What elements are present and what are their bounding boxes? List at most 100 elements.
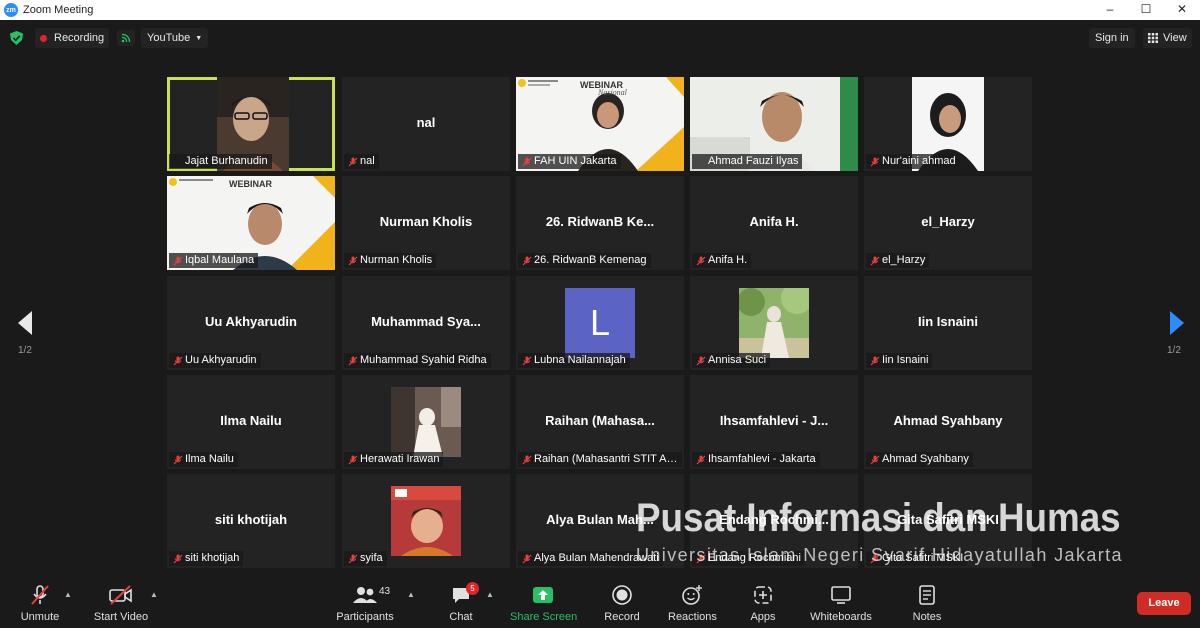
muted-mic-icon	[522, 554, 532, 564]
participant-display-name: Nurman Kholis	[379, 214, 473, 229]
apps-button[interactable]: Apps	[748, 583, 778, 623]
notes-label: Notes	[912, 611, 942, 623]
leave-meeting-button[interactable]: Leave	[1137, 592, 1191, 615]
participant-display-name: siti khotijah	[214, 512, 288, 527]
reactions-button[interactable]: Reactions	[668, 583, 717, 623]
audio-options-chevron-icon[interactable]: ▲	[64, 590, 72, 599]
participant-tile[interactable]: Annisa Suci	[690, 276, 858, 370]
start-video-button[interactable]: Start Video	[92, 583, 150, 623]
broadcast-watermark: Pusat Informasi dan Humas Universitas Is…	[636, 494, 1156, 566]
participant-avatar: L	[565, 288, 635, 358]
participant-name-label: Herawati Irawan	[344, 452, 444, 467]
participant-tile[interactable]: L Lubna Nailannajah	[516, 276, 684, 370]
reactions-label: Reactions	[668, 611, 717, 623]
notes-button[interactable]: Notes	[910, 583, 944, 623]
participant-tile[interactable]: Uu Akhyarudin Uu Akhyarudin	[167, 276, 335, 370]
muted-mic-icon	[870, 356, 880, 366]
participant-tile-active-speaker[interactable]: Jajat Burhanudin	[167, 77, 335, 171]
sign-in-button[interactable]: Sign in	[1089, 28, 1135, 48]
participant-name-label: Ilma Nailu	[169, 452, 238, 467]
participant-tile[interactable]: Ahmad Fauzi Ilyas	[690, 77, 858, 171]
participants-icon	[353, 587, 377, 603]
participant-tile[interactable]: WEBINAR Iqbal Maulana	[167, 176, 335, 270]
security-shield-icon[interactable]	[10, 31, 23, 45]
unmute-button[interactable]: Unmute	[18, 583, 62, 623]
muted-mic-icon	[348, 554, 358, 564]
next-page-arrow-icon[interactable]	[1168, 310, 1186, 336]
live-stream-icon[interactable]	[117, 30, 135, 46]
participant-tile[interactable]: Herawati Irawan	[342, 375, 510, 469]
video-options-chevron-icon[interactable]: ▲	[150, 590, 158, 599]
maximize-button[interactable]: ☐	[1128, 0, 1164, 20]
smiley-icon	[682, 585, 702, 605]
participant-name-label: Jajat Burhanudin	[169, 154, 272, 169]
window-titlebar: zm Zoom Meeting – ☐ ✕	[0, 0, 1200, 20]
participant-tile[interactable]: nal nal	[342, 77, 510, 171]
participant-tile[interactable]: 26. RidwanB Ke... 26. RidwanB Kemenag	[516, 176, 684, 270]
muted-mic-icon	[348, 157, 358, 167]
record-icon	[612, 585, 632, 605]
record-button[interactable]: Record	[602, 583, 642, 623]
chat-options-chevron-icon[interactable]: ▲	[486, 590, 494, 599]
participant-tile[interactable]: Anifa H. Anifa H.	[690, 176, 858, 270]
muted-mic-icon	[173, 554, 183, 564]
muted-mic-icon	[522, 455, 532, 465]
recording-dot-icon	[40, 34, 47, 42]
participant-name-label: el_Harzy	[866, 253, 930, 268]
participant-name-label: Muhammad Syahid Ridha	[344, 353, 491, 368]
recording-indicator[interactable]: Recording	[35, 28, 110, 48]
view-button[interactable]: View	[1143, 28, 1192, 48]
participant-name-label: siti khotijah	[169, 551, 244, 566]
previous-page-arrow-icon[interactable]	[16, 310, 34, 336]
muted-mic-icon	[173, 256, 183, 266]
participant-tile[interactable]: Nur'aini ahmad	[864, 77, 1032, 171]
participant-display-name: Iin Isnaini	[918, 314, 978, 329]
muted-mic-icon	[870, 256, 880, 266]
participant-tile[interactable]: el_Harzy el_Harzy	[864, 176, 1032, 270]
share-screen-button[interactable]: Share Screen	[510, 583, 577, 623]
participant-tile[interactable]: Raihan (Mahasa... Raihan (Mahasantri STI…	[516, 375, 684, 469]
youtube-stream-dropdown[interactable]: YouTube ▼	[141, 28, 209, 48]
participant-tile[interactable]: Iin Isnaini Iin Isnaini	[864, 276, 1032, 370]
participant-name-label: 26. RidwanB Kemenag	[518, 253, 651, 268]
participant-tile[interactable]: syifa	[342, 474, 510, 568]
muted-mic-icon	[522, 356, 532, 366]
whiteboards-button[interactable]: Whiteboards	[808, 583, 874, 623]
participant-display-name: Ahmad Syahbany	[893, 413, 1003, 428]
close-window-button[interactable]: ✕	[1164, 0, 1200, 20]
webinar-text: WEBINAR	[229, 179, 272, 189]
participant-tile[interactable]: Muhammad Sya... Muhammad Syahid Ridha	[342, 276, 510, 370]
chevron-down-icon: ▼	[195, 34, 203, 42]
participant-tile[interactable]: Ilma Nailu Ilma Nailu	[167, 375, 335, 469]
participant-display-name: 26. RidwanB Ke...	[545, 214, 655, 229]
muted-mic-icon	[522, 157, 532, 167]
participant-tile[interactable]: Ahmad Syahbany Ahmad Syahbany	[864, 375, 1032, 469]
participant-avatar-photo	[391, 387, 461, 457]
participant-tile[interactable]: Ihsamfahlevi - J... Ihsamfahlevi - Jakar…	[690, 375, 858, 469]
page-indicator-left: 1/2	[18, 345, 32, 356]
apps-icon	[754, 586, 772, 604]
watermark-title: Pusat Informasi dan Humas	[636, 496, 1121, 540]
participants-options-chevron-icon[interactable]: ▲	[407, 590, 415, 599]
start-video-label: Start Video	[93, 611, 149, 623]
participant-tile[interactable]: siti khotijah siti khotijah	[167, 474, 335, 568]
muted-mic-icon	[173, 356, 183, 366]
participant-name-label: FAH UIN Jakarta	[518, 154, 621, 169]
window-controls: – ☐ ✕	[1092, 0, 1200, 20]
notes-icon	[919, 585, 935, 605]
participant-tile[interactable]: WEBINAR Nasional FAH UIN Jakarta	[516, 77, 684, 171]
muted-mic-icon	[173, 455, 183, 465]
muted-mic-icon	[348, 256, 358, 266]
apps-label: Apps	[750, 611, 776, 623]
stream-label: YouTube	[147, 32, 191, 44]
watermark-subtitle: Universitas Islam Negeri Syarif Hidayatu…	[636, 545, 1123, 565]
minimize-button[interactable]: –	[1092, 0, 1128, 20]
participant-name-label: Ahmad Fauzi Ilyas	[692, 154, 803, 169]
chat-label: Chat	[449, 611, 473, 623]
participant-display-name: Anifa H.	[749, 214, 799, 229]
participant-display-name: Uu Akhyarudin	[205, 314, 297, 329]
unmute-label: Unmute	[20, 611, 60, 623]
window-title: Zoom Meeting	[23, 4, 94, 16]
participant-tile[interactable]: Nurman Kholis Nurman Kholis	[342, 176, 510, 270]
muted-mic-icon	[870, 157, 880, 167]
